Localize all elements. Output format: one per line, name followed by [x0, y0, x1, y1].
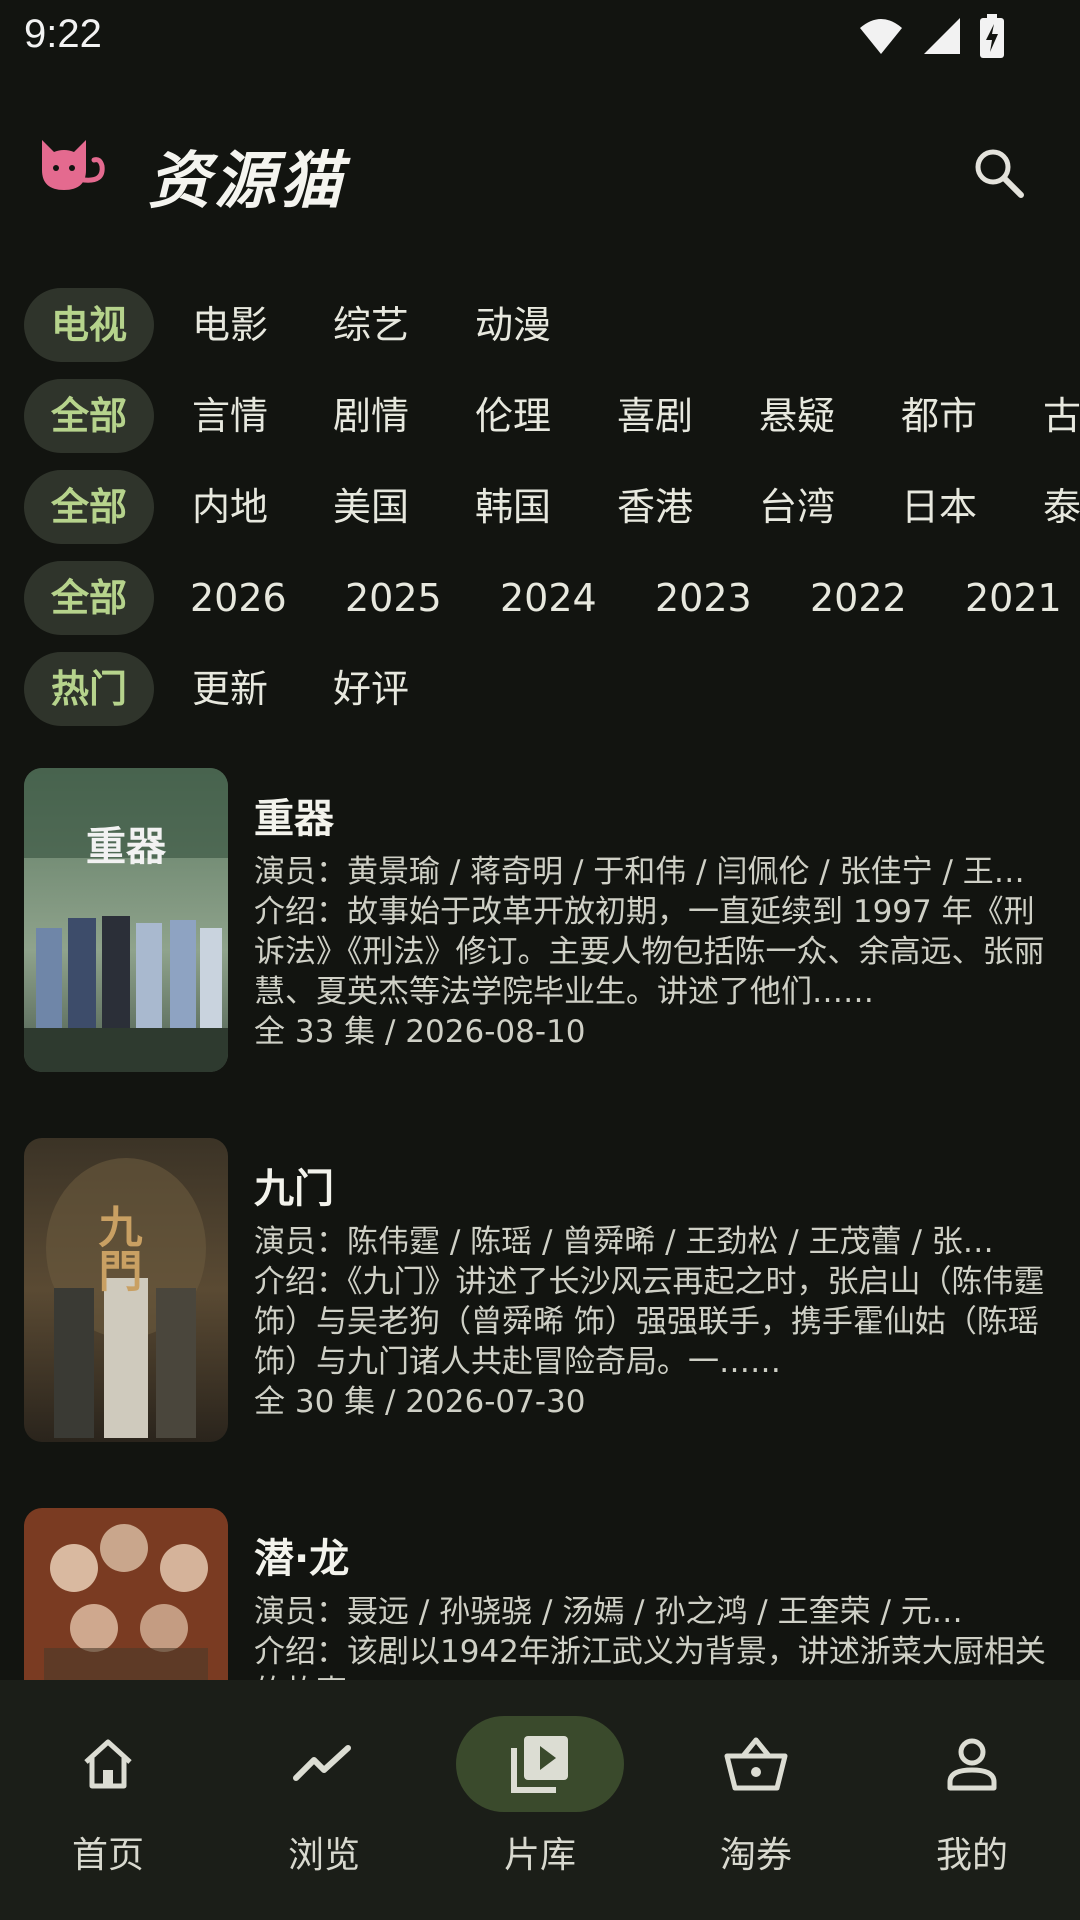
media-cast: 演员：黄景瑜 / 蒋奇明 / 于和伟 / 闫佩伦 / 张佳宁 / 王…: [254, 854, 1025, 890]
poster-title-text: 九門: [91, 1204, 143, 1292]
chip-genre-option[interactable]: 剧情: [333, 379, 409, 453]
chip-region-option[interactable]: 韩国: [475, 470, 551, 544]
media-title: 重器: [254, 796, 334, 842]
media-intro: 介绍：该剧以1942年浙江武义为背景，讲述浙菜大厨相关的故事……: [254, 1634, 1046, 1680]
media-list: 重器 重器 演员：黄景瑜 / 蒋奇明 / 于和伟 / 闫佩伦 / 张佳宁 / 王…: [0, 768, 1080, 1680]
media-item[interactable]: 重器 重器 演员：黄景瑜 / 蒋奇明 / 于和伟 / 闫佩伦 / 张佳宁 / 王…: [24, 768, 1064, 1072]
cat-logo-icon: [38, 136, 108, 200]
filter-row-genre: 全部 言情 剧情 伦理 喜剧 悬疑 都市 古: [0, 379, 1080, 453]
media-meta: 全 30 集 / 2026-07-30: [254, 1384, 586, 1420]
chip-genre-option[interactable]: 伦理: [475, 379, 551, 453]
chip-type-option[interactable]: 电影: [192, 288, 268, 362]
person-icon: [947, 1738, 997, 1791]
chip-genre-option[interactable]: 悬疑: [759, 379, 835, 453]
wifi-icon: [860, 19, 902, 54]
chip-genre-option[interactable]: 都市: [901, 379, 977, 453]
chip-year-option[interactable]: 2026: [190, 561, 287, 635]
poster-image[interactable]: 重器: [24, 768, 228, 1072]
search-icon: [975, 149, 1024, 198]
library-icon: [511, 1736, 568, 1793]
media-item[interactable]: 潜·龙 演员：聂远 / 孙骁骁 / 汤嫣 / 孙之鸿 / 王奎荣 / 元… 介绍…: [24, 1508, 1064, 1680]
media-cast: 演员：陈伟霆 / 陈瑶 / 曾舜晞 / 王劲松 / 王茂蕾 / 张…: [254, 1224, 994, 1260]
nav-label: 淘券: [719, 1835, 792, 1876]
chip-genre-option[interactable]: 言情: [192, 379, 268, 453]
app-bar: 资源猫: [0, 110, 1080, 230]
chip-type-option[interactable]: 动漫: [475, 288, 551, 362]
media-title: 九门: [254, 1166, 334, 1212]
trending-icon: [293, 1745, 351, 1781]
chip-genre-option[interactable]: 喜剧: [617, 379, 693, 453]
chip-year-option[interactable]: 2021: [965, 561, 1062, 635]
chip-region-selected[interactable]: 全部: [24, 470, 154, 544]
status-bar: 9:22: [0, 0, 1080, 72]
media-cast: 演员：聂远 / 孙骁骁 / 汤嫣 / 孙之鸿 / 王奎荣 / 元…: [254, 1594, 963, 1630]
filter-panel: 电视 电影 综艺 动漫 全部 言情 剧情 伦理 喜剧 悬疑 都市 古 全部 内地…: [0, 288, 1080, 743]
chip-year-option[interactable]: 2022: [810, 561, 907, 635]
nav-item-browse[interactable]: 浏览: [216, 1716, 432, 1886]
app-title: 资源猫: [148, 144, 347, 217]
media-title: 潜·龙: [254, 1536, 350, 1582]
chip-region-option[interactable]: 美国: [333, 470, 409, 544]
battery-icon: [980, 14, 1004, 58]
search-button[interactable]: [962, 136, 1034, 208]
media-info: 重器 演员：黄景瑜 / 蒋奇明 / 于和伟 / 闫佩伦 / 张佳宁 / 王… 介…: [254, 794, 1074, 1052]
media-info: 九门 演员：陈伟霆 / 陈瑶 / 曾舜晞 / 王劲松 / 王茂蕾 / 张… 介绍…: [254, 1164, 1074, 1422]
poster-image[interactable]: 九門: [24, 1138, 228, 1442]
chip-region-option[interactable]: 内地: [192, 470, 268, 544]
nav-item-profile[interactable]: 我的: [864, 1716, 1080, 1886]
chip-genre-option[interactable]: 古: [1043, 379, 1080, 453]
filter-row-type: 电视 电影 综艺 动漫: [0, 288, 1080, 362]
signal-icon: [924, 18, 960, 54]
filter-row-region: 全部 内地 美国 韩国 香港 台湾 日本 泰: [0, 470, 1080, 544]
filter-row-sort: 热门 更新 好评: [0, 652, 1080, 726]
chip-sort-option[interactable]: 更新: [192, 652, 268, 726]
chip-year-option[interactable]: 2025: [345, 561, 442, 635]
home-icon: [84, 1739, 132, 1789]
bottom-navigation: 首页 浏览 片库 淘券 我的: [0, 1680, 1080, 1920]
poster-image[interactable]: [24, 1508, 228, 1680]
chip-region-option[interactable]: 香港: [617, 470, 693, 544]
nav-label: 浏览: [287, 1835, 360, 1876]
chip-genre-selected[interactable]: 全部: [24, 379, 154, 453]
nav-label: 片库: [503, 1835, 576, 1876]
chip-year-option[interactable]: 2024: [500, 561, 597, 635]
chip-year-selected[interactable]: 全部: [24, 561, 154, 635]
chip-sort-selected[interactable]: 热门: [24, 652, 154, 726]
chip-type-option[interactable]: 综艺: [333, 288, 409, 362]
media-item[interactable]: 九門 九门 演员：陈伟霆 / 陈瑶 / 曾舜晞 / 王劲松 / 王茂蕾 / 张……: [24, 1138, 1064, 1442]
filter-row-year: 全部 2026 2025 2024 2023 2022 2021: [0, 561, 1080, 635]
chip-region-option[interactable]: 泰: [1043, 470, 1080, 544]
media-info: 潜·龙 演员：聂远 / 孙骁骁 / 汤嫣 / 孙之鸿 / 王奎荣 / 元… 介绍…: [254, 1534, 1074, 1680]
poster-title-text: 重器: [86, 823, 167, 870]
chip-region-option[interactable]: 日本: [901, 470, 977, 544]
nav-item-home[interactable]: 首页: [0, 1716, 216, 1886]
nav-label: 首页: [71, 1835, 144, 1876]
chip-region-option[interactable]: 台湾: [759, 470, 835, 544]
chip-type-selected[interactable]: 电视: [24, 288, 154, 362]
chip-year-option[interactable]: 2023: [655, 561, 752, 635]
status-time: 9:22: [24, 12, 102, 56]
chip-sort-option[interactable]: 好评: [333, 652, 409, 726]
nav-item-coupons[interactable]: 淘券: [648, 1716, 864, 1886]
status-icons: [858, 14, 1004, 58]
media-meta: 全 33 集 / 2026-08-10: [254, 1014, 586, 1050]
media-intro: 介绍：故事始于改革开放初期，一直延续到 1997 年《刑诉法》《刑法》修订。主要…: [254, 894, 1045, 1010]
basket-icon: [724, 1737, 788, 1791]
media-intro: 介绍：《九门》讲述了长沙风云再起之时，张启山（陈伟霆 饰）与吴老狗（曾舜晞 饰）…: [254, 1264, 1045, 1380]
nav-item-library[interactable]: 片库: [432, 1716, 648, 1886]
nav-label: 我的: [935, 1835, 1008, 1876]
